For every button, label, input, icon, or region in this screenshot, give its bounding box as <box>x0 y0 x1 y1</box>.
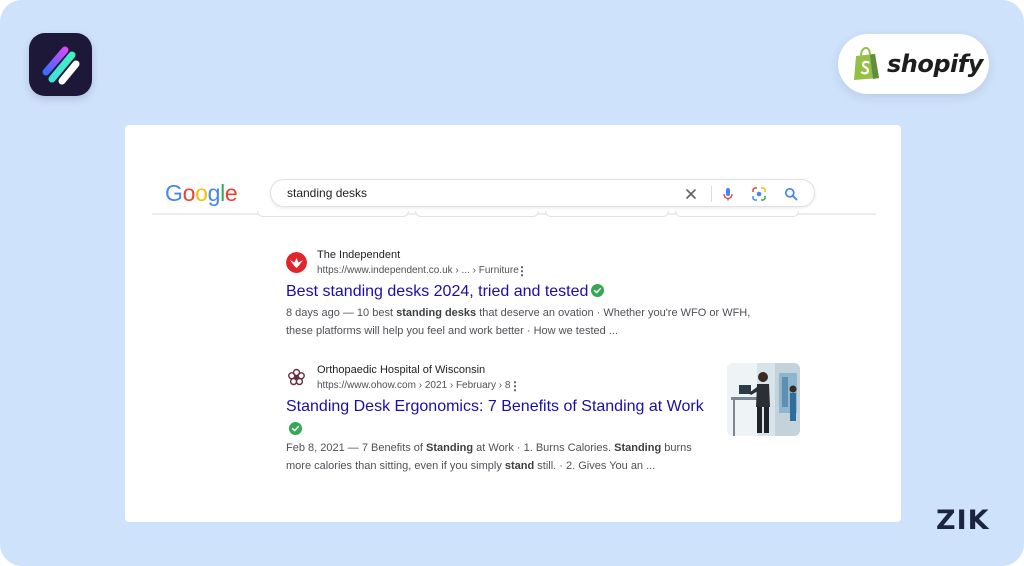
snippet-line: these platforms will help you feel and w… <box>286 322 750 340</box>
google-logo-letter: G <box>165 180 183 206</box>
verified-check-icon <box>289 422 302 435</box>
result-title-link[interactable]: Best standing desks 2024, tried and test… <box>286 283 605 301</box>
result-url[interactable]: https://www.independent.co.uk › ... › Fu… <box>317 265 519 276</box>
person-at-standing-desk-image <box>727 363 800 436</box>
snippet-line: Feb 8, 2021 — 7 Benefits of Standing at … <box>286 439 692 457</box>
shopify-wordmark: shopify <box>887 50 983 78</box>
search-icon[interactable] <box>783 186 799 202</box>
result-thumbnail[interactable] <box>727 363 800 436</box>
snippet-line: more calories than sitting, even if you … <box>286 457 692 475</box>
filter-chip[interactable] <box>675 211 799 217</box>
snippet-keyword: standing desks <box>396 307 477 319</box>
filter-chip[interactable] <box>257 211 409 217</box>
google-results-card: Google standing desks The Independent ht… <box>125 125 901 522</box>
snippet-keyword: Standing <box>426 442 474 454</box>
more-options-icon[interactable]: ⋮ <box>516 265 528 277</box>
snippet-text: burns <box>661 442 692 454</box>
result-site-name[interactable]: The Independent <box>317 249 400 261</box>
lens-icon[interactable] <box>751 186 767 202</box>
shopify-bag-icon <box>854 47 879 80</box>
filter-chip[interactable] <box>415 211 539 217</box>
result-snippet: 8 days ago — 10 best standing desks that… <box>286 304 750 340</box>
result-title[interactable]: Standing Desk Ergonomics: 7 Benefits of … <box>286 398 704 415</box>
zik-logo: ZIK <box>936 505 990 536</box>
more-options-icon[interactable]: ⋮ <box>509 380 521 392</box>
snippet-text: Feb 8, 2021 — 7 Benefits of <box>286 442 427 454</box>
result-site-name[interactable]: Orthopaedic Hospital of Wisconsin <box>317 364 485 376</box>
search-divider <box>711 186 712 202</box>
snippet-keyword: stand <box>504 460 535 472</box>
google-logo[interactable]: Google <box>165 180 238 207</box>
snippet-line: 8 days ago — 10 best standing desks that… <box>286 304 750 322</box>
snippet-text: these platforms will help you feel and w… <box>286 325 618 337</box>
result-title-link[interactable]: Standing Desk Ergonomics: 7 Benefits of … <box>286 398 704 416</box>
google-logo-letter: o <box>182 180 196 206</box>
app-logo-icon <box>42 46 80 85</box>
flower-icon <box>286 367 307 388</box>
background-frame: shopify ZIK Google standing desks The In… <box>0 0 1024 566</box>
eagle-icon <box>286 252 307 273</box>
app-logo-tile <box>29 33 92 96</box>
snippet-text: 8 days ago — 10 best <box>286 307 397 319</box>
verified-check-icon <box>591 284 605 297</box>
result-snippet: Feb 8, 2021 — 7 Benefits of Standing at … <box>286 439 692 475</box>
shopify-badge: shopify <box>838 34 989 94</box>
snippet-text: at Work · 1. Burns Calories. <box>473 442 615 454</box>
google-logo-letter: o <box>195 180 208 206</box>
close-icon[interactable] <box>683 186 699 202</box>
microphone-icon[interactable] <box>720 186 736 202</box>
search-input[interactable]: standing desks <box>287 186 367 200</box>
snippet-text: more calories than sitting, even if you … <box>286 460 505 472</box>
google-logo-letter: g <box>207 180 221 206</box>
search-bar[interactable]: standing desks <box>270 179 815 207</box>
filter-chip[interactable] <box>545 211 669 217</box>
google-logo-letter: e <box>224 180 238 206</box>
snippet-text: that deserve an ovation · Whether you're… <box>476 307 751 319</box>
result-url[interactable]: https://www.ohow.com › 2021 › February ›… <box>317 380 510 391</box>
result-title[interactable]: Best standing desks 2024, tried and test… <box>286 283 588 300</box>
snippet-text: still. · 2. Gives You an ... <box>534 460 656 472</box>
snippet-keyword: Standing <box>614 442 662 454</box>
